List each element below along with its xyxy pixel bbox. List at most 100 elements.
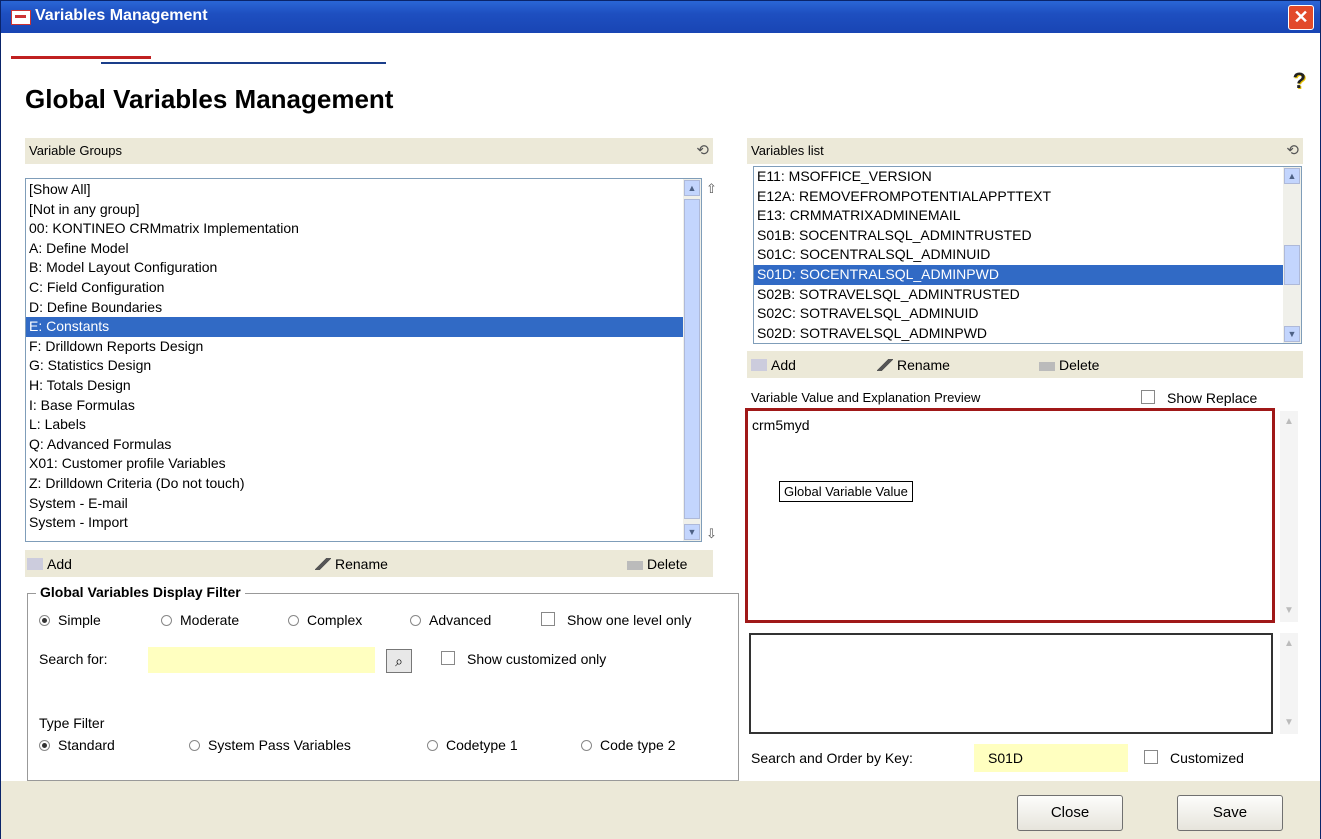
variable-groups-list[interactable]: [Show All] [Not in any group] 00: KONTINEO…	[25, 178, 702, 542]
search-for-input[interactable]	[148, 647, 375, 673]
radio-moderate[interactable]: Moderate	[161, 612, 239, 628]
list-item[interactable]: H: Totals Design	[26, 376, 684, 396]
list-item[interactable]: G: Statistics Design	[26, 356, 684, 376]
groups-add-button[interactable]: Add	[27, 554, 72, 574]
plus-icon	[27, 558, 43, 570]
radio-standard[interactable]: Standard	[39, 737, 115, 753]
list-item[interactable]: E: Constants	[26, 317, 684, 337]
app-icon	[11, 10, 31, 25]
list-item[interactable]: L: Labels	[26, 415, 684, 435]
list-item[interactable]: F: Drilldown Reports Design	[26, 337, 684, 357]
value-scrollbar[interactable]: ▲ ▼	[1280, 411, 1298, 622]
value-scroll-down-icon[interactable]: ▼	[1281, 602, 1297, 620]
show-customized-label: Show customized only	[467, 651, 607, 667]
minus-icon	[627, 561, 643, 570]
list-item[interactable]: S01B: SOCENTRALSQL_ADMINTRUSTED	[754, 226, 1284, 246]
window-close-button[interactable]: ✕	[1288, 5, 1314, 30]
show-customized-checkbox[interactable]: Show customized only	[441, 651, 606, 667]
checkbox-box	[441, 651, 455, 665]
search-order-key-input[interactable]	[974, 744, 1128, 772]
explanation-scroll-up-icon[interactable]: ▲	[1281, 635, 1297, 653]
show-one-level-checkbox[interactable]: Show one level only	[541, 612, 692, 628]
radio-dot-icon	[410, 615, 421, 626]
radio-advanced[interactable]: Advanced	[410, 612, 491, 628]
variables-refresh-icon[interactable]: ⟲	[1286, 138, 1299, 164]
list-item[interactable]: Z: Drilldown Criteria (Do not touch)	[26, 474, 684, 494]
groups-delete-button[interactable]: Delete	[627, 554, 687, 574]
variables-rename-button[interactable]: Rename	[877, 355, 950, 375]
global-variable-value-tooltip: Global Variable Value	[779, 481, 913, 502]
list-item[interactable]: System - E-mail	[26, 494, 684, 514]
list-item[interactable]: E13: CRMMATRIXADMINEMAIL	[754, 206, 1284, 226]
list-item[interactable]: I: Base Formulas	[26, 396, 684, 416]
list-item[interactable]: A: Define Model	[26, 239, 684, 259]
radio-complex[interactable]: Complex	[288, 612, 362, 628]
variables-scroll-down-icon[interactable]: ▼	[1284, 326, 1300, 342]
groups-scroll-down-icon[interactable]: ▼	[684, 524, 700, 540]
list-item[interactable]: [Show All]	[26, 180, 684, 200]
bottom-button-bar: Close Save	[1, 781, 1320, 839]
groups-toolbar: Add Rename Delete	[25, 550, 713, 577]
list-item[interactable]: Q: Advanced Formulas	[26, 435, 684, 455]
explanation-scrollbar[interactable]: ▲ ▼	[1280, 633, 1298, 734]
variables-scroll-thumb[interactable]	[1284, 245, 1300, 285]
close-button[interactable]: Close	[1017, 795, 1123, 831]
checkbox-box	[541, 612, 555, 626]
variable-groups-items: [Show All] [Not in any group] 00: KONTINEO…	[26, 180, 684, 533]
list-item[interactable]: S01C: SOCENTRALSQL_ADMINUID	[754, 245, 1284, 265]
list-item[interactable]: 00: KONTINEO CRMmatrix Implementation	[26, 219, 684, 239]
variable-value-textarea[interactable]: crm5myd	[745, 408, 1275, 623]
list-item[interactable]: E12A: REMOVEFROMPOTENTIALAPPTTEXT	[754, 187, 1284, 207]
groups-scroll-thumb[interactable]	[684, 199, 700, 519]
accent-line-blue	[101, 62, 386, 64]
groups-refresh-icon[interactable]: ⟲	[696, 138, 709, 164]
search-order-key-label: Search and Order by Key:	[751, 750, 913, 766]
move-group-down-icon[interactable]: ⇩	[706, 526, 717, 542]
list-item[interactable]: S01D: SOCENTRALSQL_ADMINPWD	[754, 264, 1284, 285]
checkbox-box	[1144, 750, 1158, 764]
variables-toolbar: Add Rename Delete	[747, 351, 1303, 378]
list-item[interactable]: E11: MSOFFICE_VERSION	[754, 167, 1284, 187]
list-item[interactable]: C: Field Configuration	[26, 278, 684, 298]
variables-scrollbar[interactable]: ▲ ▼	[1283, 167, 1301, 343]
radio-codetype-1[interactable]: Codetype 1	[427, 737, 518, 753]
radio-standard-label: Standard	[58, 737, 115, 753]
list-item[interactable]: X01: Customer profile Variables	[26, 454, 684, 474]
radio-dot-icon	[189, 740, 200, 751]
list-item[interactable]: S02B: SOTRAVELSQL_ADMINTRUSTED	[754, 285, 1284, 305]
radio-system-pass[interactable]: System Pass Variables	[189, 737, 351, 753]
show-one-level-label: Show one level only	[567, 612, 692, 628]
save-button[interactable]: Save	[1177, 795, 1283, 831]
list-item[interactable]: S02C: SOTRAVELSQL_ADMINUID	[754, 304, 1284, 324]
value-scroll-up-icon[interactable]: ▲	[1281, 413, 1297, 431]
pencil-icon	[315, 558, 331, 570]
move-group-up-icon[interactable]: ⇧	[706, 181, 717, 197]
search-button[interactable]: ⌕	[386, 649, 412, 673]
variables-items: E11: MSOFFICE_VERSION E12A: REMOVEFROMPOT…	[754, 167, 1284, 343]
radio-code-type-2[interactable]: Code type 2	[581, 737, 676, 753]
radio-dot-icon	[161, 615, 172, 626]
groups-add-label: Add	[47, 556, 72, 572]
explanation-textarea[interactable]	[749, 633, 1273, 734]
customized-checkbox[interactable]: Customized	[1144, 750, 1244, 766]
help-icon[interactable]: ?	[1293, 68, 1306, 94]
groups-scrollbar[interactable]: ▲ ▼	[683, 179, 701, 541]
variables-add-button[interactable]: Add	[751, 355, 796, 375]
explanation-scroll-down-icon[interactable]: ▼	[1281, 714, 1297, 732]
radio-simple[interactable]: Simple	[39, 612, 101, 628]
list-item[interactable]: S02D: SOTRAVELSQL_ADMINPWD	[754, 324, 1284, 343]
magnifier-icon: ⌕	[395, 653, 403, 669]
list-item[interactable]: System - Import	[26, 513, 684, 533]
list-item[interactable]: D: Define Boundaries	[26, 298, 684, 318]
variables-delete-button[interactable]: Delete	[1039, 355, 1099, 375]
radio-dot-icon	[288, 615, 299, 626]
list-item[interactable]: B: Model Layout Configuration	[26, 258, 684, 278]
variables-list[interactable]: E11: MSOFFICE_VERSION E12A: REMOVEFROMPOT…	[753, 166, 1302, 344]
radio-advanced-label: Advanced	[429, 612, 492, 628]
list-item[interactable]: [Not in any group]	[26, 200, 684, 220]
variables-scroll-up-icon[interactable]: ▲	[1284, 168, 1300, 184]
show-replace-checkbox[interactable]: Show Replace	[1141, 390, 1257, 406]
groups-scroll-up-icon[interactable]: ▲	[684, 180, 700, 196]
groups-rename-button[interactable]: Rename	[315, 554, 388, 574]
groups-rename-label: Rename	[335, 556, 388, 572]
